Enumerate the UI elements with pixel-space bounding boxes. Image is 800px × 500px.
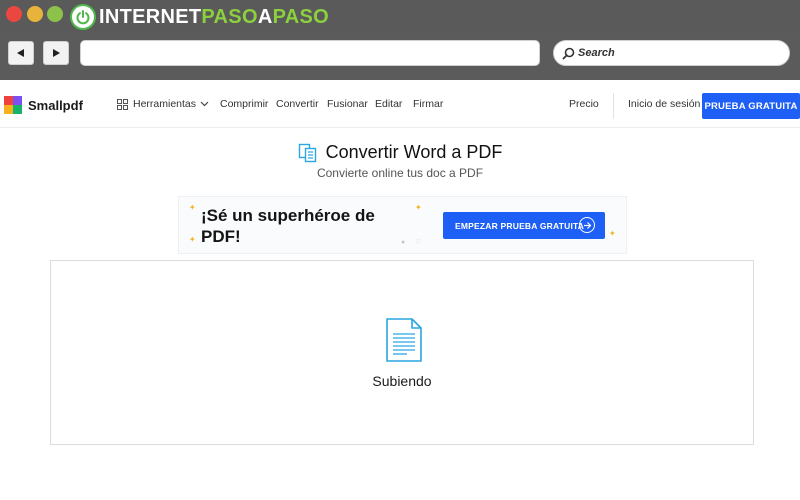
site-header: Smallpdf Herramientas Comprimir Converti…	[0, 80, 800, 128]
start-free-trial-label: EMPEZAR PRUEBA GRATUITA	[455, 220, 585, 231]
browser-toolbar: Search	[0, 32, 800, 76]
grid-icon	[117, 98, 128, 110]
back-button[interactable]	[8, 41, 34, 65]
nav-convertir[interactable]: Convertir	[276, 80, 319, 128]
promo-headline: ¡Sé un superhéroe de PDF!	[201, 205, 411, 247]
brand-wordmark: INTERNETPASOAPASO	[99, 5, 329, 28]
tools-menu-label: Herramientas	[133, 98, 197, 110]
promo-banner: ✦ ✦ ✦ ✦ ● ♡ ¡Sé un superhéroe de PDF! EM…	[178, 196, 627, 254]
arrow-left-icon	[17, 49, 24, 57]
search-input[interactable]: Search	[553, 40, 790, 66]
page-title: Convertir Word a PDF	[325, 142, 503, 162]
internetpasoapaso-logo: INTERNETPASOAPASO	[70, 4, 329, 30]
header-divider	[613, 93, 614, 119]
title-bar: INTERNETPASOAPASO	[0, 0, 800, 32]
nav-fusionar[interactable]: Fusionar	[327, 80, 368, 128]
upload-status: Subiendo	[372, 373, 432, 389]
nav-firmar[interactable]: Firmar	[413, 80, 443, 128]
smallpdf-logo-icon	[4, 96, 22, 114]
minimize-window-button[interactable]	[27, 6, 43, 22]
search-icon	[562, 47, 575, 59]
power-icon	[70, 4, 96, 30]
start-free-trial-button[interactable]: EMPEZAR PRUEBA GRATUITA	[443, 212, 605, 239]
upload-area[interactable]: Subiendo	[50, 260, 754, 445]
sparkle-icon: ✦	[189, 203, 196, 212]
nav-editar[interactable]: Editar	[375, 80, 402, 128]
close-window-button[interactable]	[6, 6, 22, 22]
address-bar[interactable]	[80, 40, 540, 66]
promo-headline-line2: PDF!	[201, 227, 241, 246]
promo-headline-line1: ¡Sé un superhéroe de	[201, 206, 375, 225]
page-title-row: Convertir Word a PDF	[0, 142, 800, 163]
sparkle-icon: ✦	[415, 203, 422, 212]
smallpdf-logo[interactable]: Smallpdf	[4, 96, 83, 114]
smallpdf-logo-text: Smallpdf	[28, 97, 83, 113]
maximize-window-button[interactable]	[47, 6, 63, 22]
forward-button[interactable]	[43, 41, 69, 65]
sparkle-icon: ✦	[609, 229, 616, 238]
word-to-pdf-icon	[298, 143, 316, 162]
arrow-right-icon	[53, 49, 60, 57]
nav-comprimir[interactable]: Comprimir	[220, 80, 268, 128]
free-trial-button[interactable]: PRUEBA GRATUITA	[702, 93, 800, 119]
arrow-right-circle-icon	[579, 217, 595, 233]
chevron-down-icon	[200, 101, 209, 107]
decorative-heart: ♡	[415, 239, 422, 246]
document-icon	[386, 318, 422, 362]
pricing-link[interactable]: Precio	[569, 80, 599, 128]
search-placeholder: Search	[578, 47, 615, 59]
page-subtitle: Convierte online tus doc a PDF	[316, 166, 484, 180]
login-link[interactable]: Inicio de sesión	[628, 80, 700, 128]
tools-menu[interactable]: Herramientas	[117, 80, 209, 128]
browser-chrome: INTERNETPASOAPASO Search	[0, 0, 800, 80]
sparkle-icon: ✦	[189, 235, 196, 244]
